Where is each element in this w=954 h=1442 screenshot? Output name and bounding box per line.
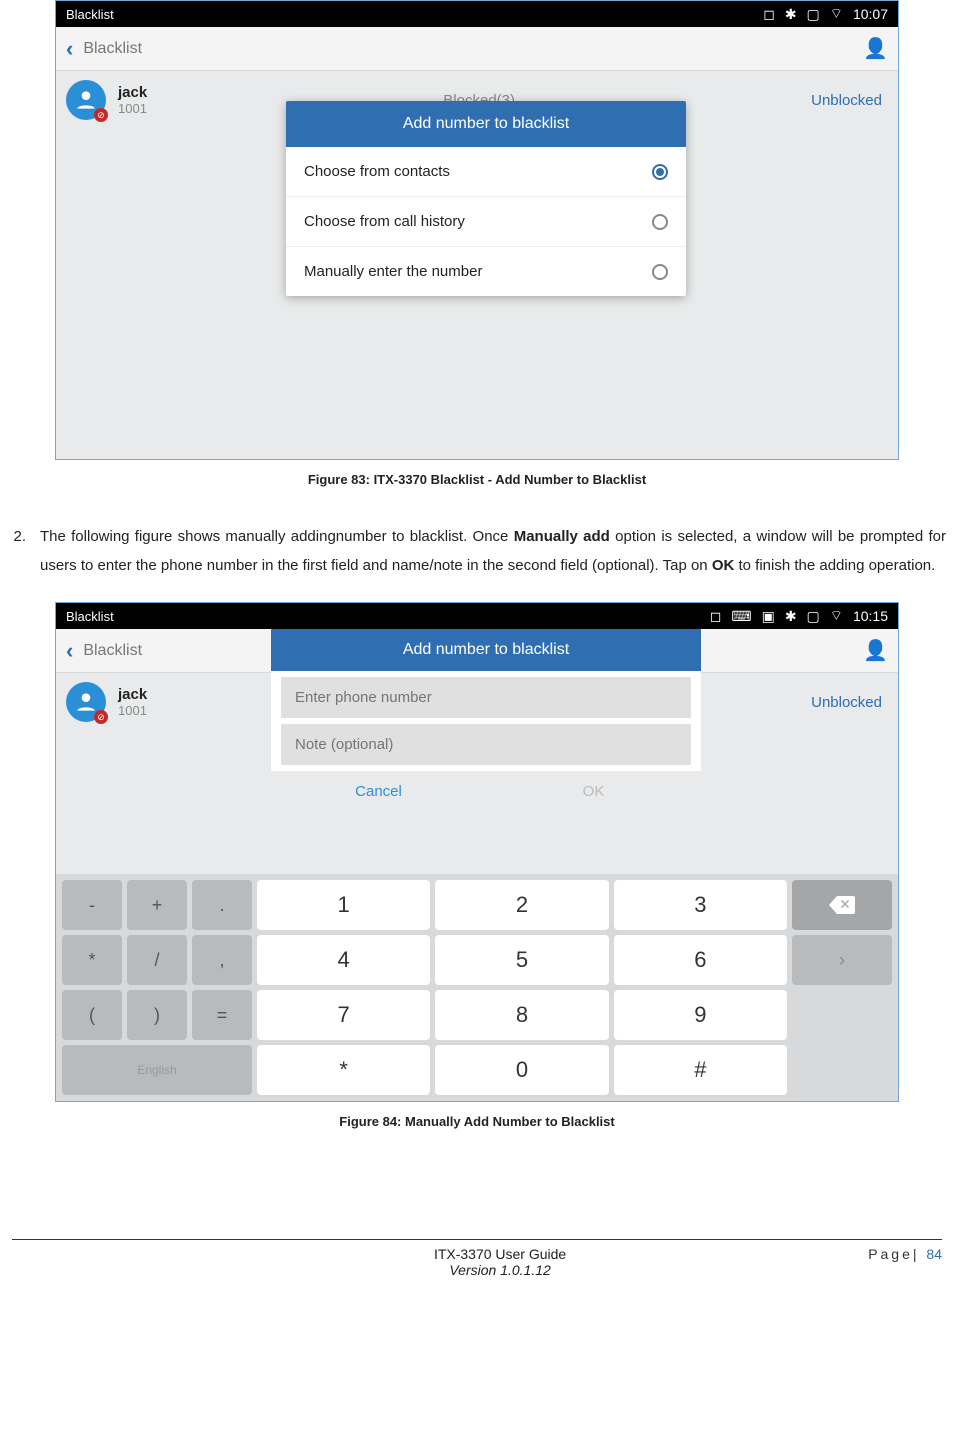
appbar-title: Blacklist xyxy=(83,642,142,660)
voicemail-icon: ◻ xyxy=(763,6,775,23)
key-6[interactable]: 6 xyxy=(614,935,787,985)
key-5[interactable]: 5 xyxy=(435,935,608,985)
unblocked-link[interactable]: Unblocked xyxy=(811,92,882,109)
page-footer: ITX-3370 User Guide Version 1.0.1.12 Pag… xyxy=(0,1246,954,1278)
figure-83-screenshot: Blacklist ◻ ✱ ▢ ⌔ 10:07 ‹ Blacklist 👤 ⊘ … xyxy=(55,0,899,460)
body-paragraph: 2. The following figure shows manually a… xyxy=(0,523,946,580)
wifi-icon: ⌔ xyxy=(830,607,843,625)
status-bar: Blacklist ◻ ✱ ▢ ⌔ 10:07 xyxy=(56,1,898,27)
key-7[interactable]: 7 xyxy=(257,990,430,1040)
key-slash[interactable]: / xyxy=(127,935,187,985)
language-key[interactable]: English xyxy=(62,1045,252,1095)
key-0[interactable]: 0 xyxy=(435,1045,608,1095)
radio-icon[interactable] xyxy=(652,264,668,280)
dialog-title: Add number to blacklist xyxy=(271,629,701,671)
keyboard-icon: ⌨ xyxy=(731,608,751,625)
footer-guide: ITX-3370 User Guide xyxy=(132,1246,868,1262)
key-minus[interactable]: - xyxy=(62,880,122,930)
key-star[interactable]: * xyxy=(257,1045,430,1095)
key-8[interactable]: 8 xyxy=(435,990,608,1040)
list-number: 2. xyxy=(0,523,26,580)
manual-add-dialog: Add number to blacklist Cancel OK xyxy=(271,629,701,812)
status-bar: Blacklist ◻ ⌨ ▣ ✱ ▢ ⌔ 10:15 xyxy=(56,603,898,629)
key-close-paren[interactable]: ) xyxy=(127,990,187,1040)
radio-selected-icon[interactable] xyxy=(652,164,668,180)
option-contacts[interactable]: Choose from contacts xyxy=(286,147,686,197)
image-icon: ▣ xyxy=(762,608,775,625)
avatar-icon: ⊘ xyxy=(66,80,106,120)
option-manual[interactable]: Manually enter the number xyxy=(286,247,686,296)
key-plus[interactable]: + xyxy=(127,880,187,930)
contact-number: 1001 xyxy=(118,101,147,116)
paragraph-text: The following figure shows manually addi… xyxy=(40,523,946,580)
key-4[interactable]: 4 xyxy=(257,935,430,985)
avatar-icon: ⊘ xyxy=(66,682,106,722)
radio-icon[interactable] xyxy=(652,214,668,230)
key-1[interactable]: 1 xyxy=(257,880,430,930)
key-asterisk[interactable]: * xyxy=(62,935,122,985)
sim-alert-icon: ▢ xyxy=(807,608,820,625)
key-3[interactable]: 3 xyxy=(614,880,787,930)
app-bar: ‹ Blacklist 👤 xyxy=(56,27,898,71)
cancel-button[interactable]: Cancel xyxy=(271,771,486,812)
next-key[interactable]: › xyxy=(792,935,892,985)
figure-84-screenshot: Blacklist ◻ ⌨ ▣ ✱ ▢ ⌔ 10:15 ‹ Blacklist … xyxy=(55,602,899,1102)
footer-rule xyxy=(12,1239,942,1240)
back-icon[interactable]: ‹ xyxy=(66,36,73,62)
add-user-icon[interactable]: 👤 xyxy=(863,638,888,663)
contact-number: 1001 xyxy=(118,703,147,718)
key-open-paren[interactable]: ( xyxy=(62,990,122,1040)
statusbar-title: Blacklist xyxy=(66,609,710,624)
sim-alert-icon: ▢ xyxy=(807,6,820,23)
soft-keyboard: - + . 1 2 3 * / , 4 5 6 › ( ) = 7 8 9 En… xyxy=(56,874,898,1101)
appbar-title: Blacklist xyxy=(83,40,142,58)
contact-name: jack xyxy=(118,84,147,101)
bluetooth-icon: ✱ xyxy=(785,6,797,23)
key-hash[interactable]: # xyxy=(614,1045,787,1095)
note-input[interactable] xyxy=(281,724,691,765)
key-dot[interactable]: . xyxy=(192,880,252,930)
phone-number-input[interactable] xyxy=(281,677,691,718)
wifi-icon: ⌔ xyxy=(830,5,843,23)
dialog-title: Add number to blacklist xyxy=(286,101,686,147)
page-number: Page| 84 xyxy=(868,1246,942,1262)
add-user-icon[interactable]: 👤 xyxy=(863,36,888,61)
back-icon[interactable]: ‹ xyxy=(66,638,73,664)
blocked-badge-icon: ⊘ xyxy=(94,108,108,122)
key-comma[interactable]: , xyxy=(192,935,252,985)
ok-button[interactable]: OK xyxy=(486,771,701,812)
statusbar-title: Blacklist xyxy=(66,7,763,22)
key-9[interactable]: 9 xyxy=(614,990,787,1040)
contact-name: jack xyxy=(118,686,147,703)
key-empty xyxy=(792,1045,892,1095)
figure-84-caption: Figure 84: Manually Add Number to Blackl… xyxy=(0,1114,954,1129)
key-empty xyxy=(792,990,892,1040)
option-call-history[interactable]: Choose from call history xyxy=(286,197,686,247)
clock-text: 10:07 xyxy=(853,6,888,22)
blocked-badge-icon: ⊘ xyxy=(94,710,108,724)
voicemail-icon: ◻ xyxy=(710,608,722,625)
statusbar-icons: ◻ ✱ ▢ ⌔ 10:07 xyxy=(763,5,888,23)
backspace-icon xyxy=(829,896,855,914)
key-2[interactable]: 2 xyxy=(435,880,608,930)
key-equals[interactable]: = xyxy=(192,990,252,1040)
clock-text: 10:15 xyxy=(853,608,888,624)
footer-version: Version 1.0.1.12 xyxy=(132,1262,868,1278)
backspace-key[interactable] xyxy=(792,880,892,930)
statusbar-icons: ◻ ⌨ ▣ ✱ ▢ ⌔ 10:15 xyxy=(710,607,888,625)
bluetooth-icon: ✱ xyxy=(785,608,797,625)
figure-83-caption: Figure 83: ITX-3370 Blacklist - Add Numb… xyxy=(0,472,954,487)
unblocked-link[interactable]: Unblocked xyxy=(811,694,882,711)
add-blacklist-dialog: Add number to blacklist Choose from cont… xyxy=(286,101,686,296)
